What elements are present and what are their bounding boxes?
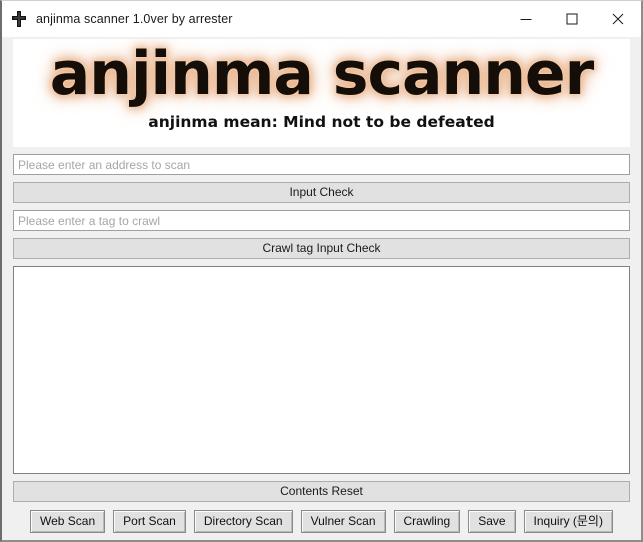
logo-banner: anjinma scanner anjinma mean: Mind not t… bbox=[13, 39, 630, 147]
maximize-icon bbox=[566, 13, 578, 25]
output-log-area[interactable] bbox=[13, 266, 630, 474]
cross-app-icon bbox=[10, 10, 28, 28]
address-input[interactable] bbox=[13, 154, 630, 175]
logo-subtitle: anjinma mean: Mind not to be defeated bbox=[148, 113, 495, 131]
action-button-row: Web Scan Port Scan Directory Scan Vulner Sc… bbox=[13, 502, 630, 540]
window-title: anjinma scanner 1.0ver by arrester bbox=[36, 12, 233, 26]
crawling-button[interactable]: Crawling bbox=[393, 509, 461, 533]
inquiry-button[interactable]: Inquiry (문의) bbox=[523, 509, 613, 533]
logo-title: anjinma scanner bbox=[49, 39, 594, 109]
crawl-tag-input[interactable] bbox=[13, 210, 630, 231]
maximize-button[interactable] bbox=[549, 1, 595, 37]
minimize-icon bbox=[520, 13, 532, 25]
save-button[interactable]: Save bbox=[468, 509, 516, 533]
web-scan-button[interactable]: Web Scan bbox=[30, 509, 106, 533]
vulner-scan-button[interactable]: Vulner Scan bbox=[300, 509, 386, 533]
close-button[interactable] bbox=[595, 1, 641, 37]
minimize-button[interactable] bbox=[503, 1, 549, 37]
client-area: anjinma scanner anjinma mean: Mind not t… bbox=[2, 37, 641, 540]
contents-reset-button[interactable]: Contents Reset bbox=[13, 481, 630, 502]
port-scan-button[interactable]: Port Scan bbox=[113, 509, 186, 533]
application-window: anjinma scanner 1.0ver by arrester anjin… bbox=[0, 0, 643, 542]
title-bar: anjinma scanner 1.0ver by arrester bbox=[2, 1, 641, 37]
crawl-tag-input-check-button[interactable]: Crawl tag Input Check bbox=[13, 238, 630, 259]
close-icon bbox=[612, 13, 624, 25]
window-controls bbox=[503, 1, 641, 37]
input-check-button[interactable]: Input Check bbox=[13, 182, 630, 203]
directory-scan-button[interactable]: Directory Scan bbox=[193, 509, 293, 533]
